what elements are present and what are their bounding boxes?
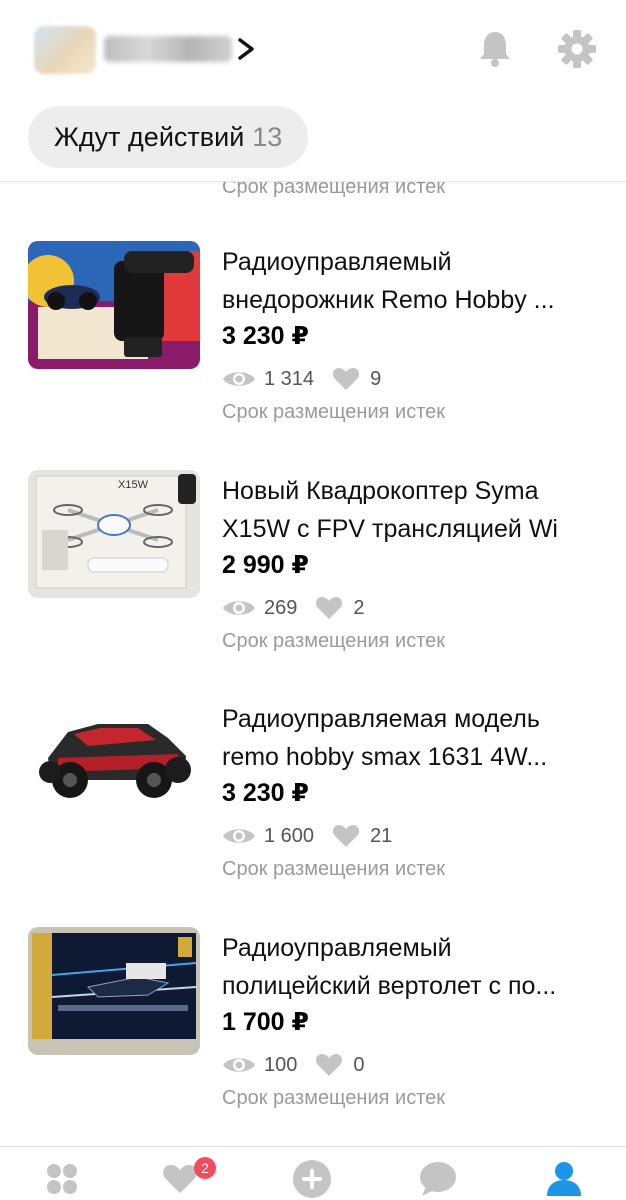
tab-profile[interactable]	[544, 1159, 584, 1199]
profile-icon	[547, 1162, 581, 1196]
chip-label: Ждут действий	[54, 121, 245, 152]
item-price: 1 700 ₽	[222, 1008, 309, 1036]
status-expired: Срок размещения истек	[222, 630, 445, 652]
tab-messages[interactable]	[418, 1159, 458, 1199]
item-stats: 1 600 21	[222, 822, 392, 850]
item-stats: 269 2	[222, 594, 365, 622]
eye-icon	[223, 601, 255, 615]
item-price: 2 990 ₽	[222, 551, 309, 579]
likes-count: 2	[353, 596, 365, 619]
heart-icon	[163, 1164, 197, 1194]
heart-icon	[316, 1054, 343, 1076]
item-title[interactable]: Радиоуправляемый полицейский вертолет с …	[222, 929, 602, 1005]
avatar[interactable]	[34, 26, 96, 74]
header: Ждут действий 13	[0, 0, 626, 182]
list-item[interactable]: Радиоуправляемый полицейский вертолет с …	[0, 927, 626, 1117]
views-count: 1 600	[264, 824, 315, 847]
item-price: 3 230 ₽	[222, 779, 309, 807]
eye-icon	[223, 372, 255, 386]
gear-icon[interactable]	[556, 28, 598, 70]
item-title[interactable]: Радиоуправляемый внедорожник Remo Hobby …	[222, 243, 602, 319]
views-count: 100	[264, 1053, 298, 1076]
status-expired: Срок размещения истек	[222, 1087, 445, 1109]
profile-name-blurred[interactable]	[104, 36, 232, 62]
home-icon	[47, 1164, 77, 1194]
product-photo[interactable]	[28, 241, 200, 369]
bell-icon[interactable]	[474, 28, 516, 70]
heart-icon	[332, 368, 360, 390]
likes-count: 0	[353, 1053, 365, 1076]
svg-text:X15W: X15W	[118, 479, 149, 491]
product-photo[interactable]	[28, 927, 200, 1055]
item-stats: 100 0	[222, 1051, 365, 1079]
tab-add[interactable]	[292, 1159, 332, 1199]
add-icon	[293, 1160, 331, 1198]
views-count: 1 314	[264, 367, 315, 390]
awaiting-action-chip[interactable]: Ждут действий 13	[28, 106, 309, 168]
heart-icon	[316, 597, 343, 619]
list-item[interactable]: Радиоуправляемая модель remo hobby smax …	[0, 698, 626, 888]
status-expired: Срок размещения истек	[222, 858, 445, 880]
eye-icon	[223, 1058, 255, 1072]
product-photo[interactable]: X15W	[28, 470, 200, 598]
chat-icon	[420, 1162, 456, 1196]
likes-count: 21	[370, 824, 393, 847]
product-photo[interactable]	[28, 698, 200, 826]
chevron-right-icon[interactable]	[236, 38, 256, 60]
chip-count: 13	[252, 121, 283, 152]
views-count: 269	[264, 596, 298, 619]
item-price: 3 230 ₽	[222, 322, 309, 350]
favorites-badge: 2	[194, 1157, 216, 1179]
tab-home[interactable]	[42, 1159, 82, 1199]
item-title[interactable]: Радиоуправляемая модель remo hobby smax …	[222, 700, 602, 776]
status-expired: Срок размещения истек	[222, 401, 445, 423]
heart-icon	[332, 825, 360, 847]
item-title[interactable]: Новый Квадрокоптер Syma X15W с FPV транс…	[222, 472, 602, 548]
list-item[interactable]: X15W Новый Квадрокоптер Syma X15W с FPV …	[0, 470, 626, 660]
list-item[interactable]: Радиоуправляемый внедорожник Remo Hobby …	[0, 241, 626, 431]
bottom-nav: 2	[0, 1146, 626, 1200]
eye-icon	[223, 829, 255, 843]
item-stats: 1 314 9	[222, 365, 381, 393]
likes-count: 9	[370, 367, 382, 390]
